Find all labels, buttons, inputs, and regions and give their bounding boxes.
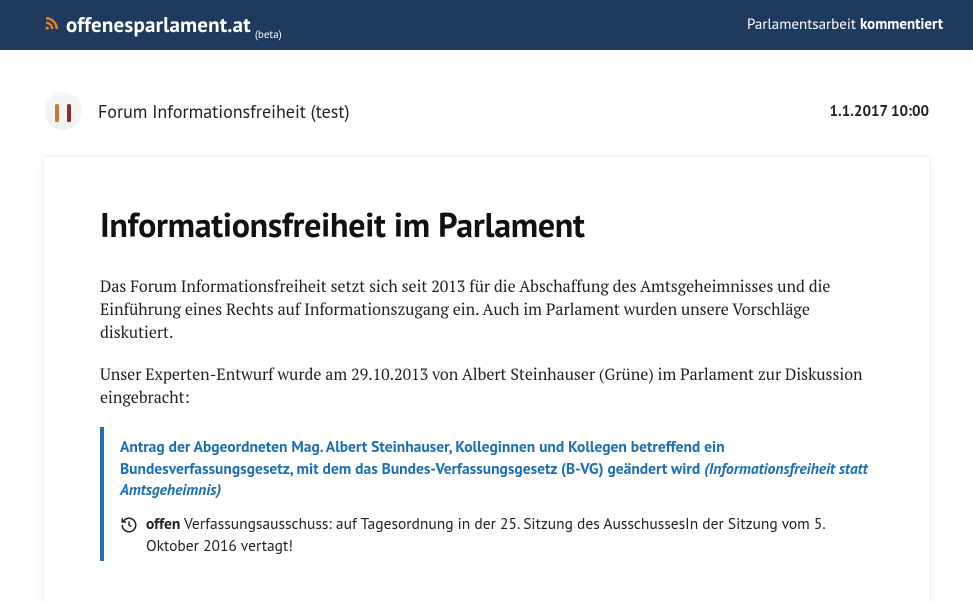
article-title: Informationsfreiheit im Parlament [100, 203, 873, 247]
brand-beta: (beta) [255, 28, 282, 42]
status-label: offen [146, 514, 180, 534]
tagline-prefix: Parlamentsarbeit [747, 15, 860, 34]
author-name[interactable]: Forum Informationsfreiheit (test) [98, 100, 350, 123]
post-meta: Forum Informationsfreiheit (test) 1.1.20… [0, 50, 973, 156]
rss-icon [44, 13, 60, 36]
article-paragraph-1: Das Forum Informationsfreiheit setzt sic… [100, 275, 873, 345]
article-paragraph-2: Unser Experten-Entwurf wurde am 29.10.20… [100, 363, 873, 409]
tagline: Parlamentsarbeit kommentiert [747, 15, 943, 34]
avatar[interactable] [44, 92, 82, 130]
timestamp: 1.1.2017 10:00 [830, 102, 929, 121]
status-body: Verfassungsausschuss: auf Tagesordnung i… [146, 514, 824, 556]
brand-name: offenesparlament.at [66, 11, 251, 38]
brand[interactable]: offenesparlament.at (beta) [44, 11, 284, 38]
callout-status-text: offen Verfassungsausschuss: auf Tagesord… [146, 514, 873, 557]
callout-box: Antrag der Abgeordneten Mag. Albert Stei… [100, 427, 873, 561]
callout-link-main: Antrag der Abgeordneten Mag. Albert Stei… [120, 437, 725, 479]
article-card: Informationsfreiheit im Parlament Das Fo… [44, 156, 929, 601]
history-icon [120, 516, 138, 534]
tagline-bold: kommentiert [860, 15, 943, 34]
callout-status: offen Verfassungsausschuss: auf Tagesord… [120, 514, 873, 557]
site-header: offenesparlament.at (beta) Parlamentsarb… [0, 0, 973, 50]
callout-link[interactable]: Antrag der Abgeordneten Mag. Albert Stei… [120, 437, 873, 502]
